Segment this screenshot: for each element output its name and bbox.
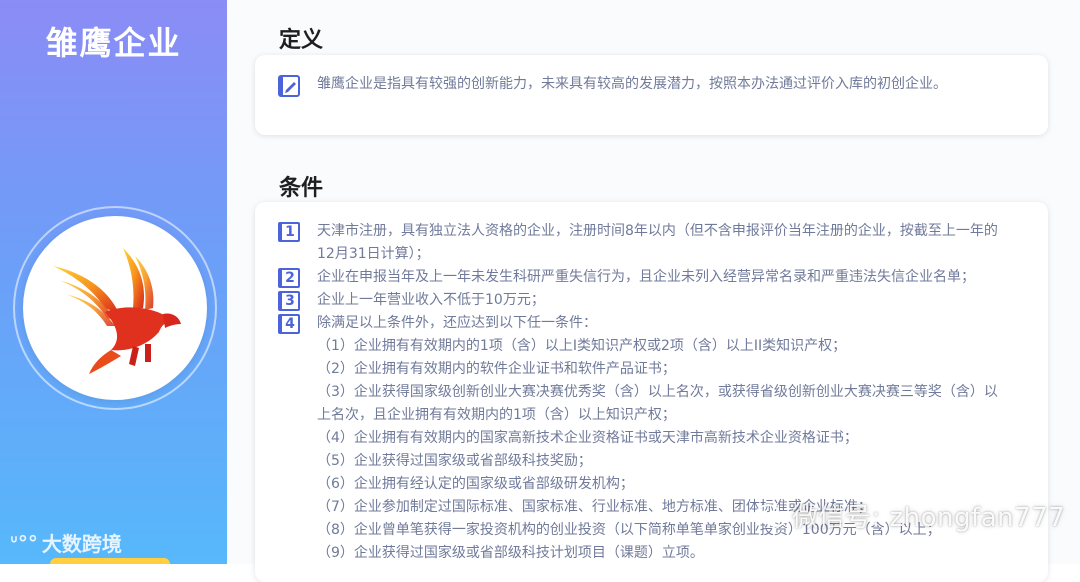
conditions-heading: 条件 [279, 176, 324, 201]
brand-logo-icon: ᐡ°° [10, 530, 38, 555]
main-content: 定义 雏鹰企业是指具有较强的创新能力，未来具有较高的发展潜力，按照本办法通过评价… [227, 0, 1080, 582]
document-edit-icon [278, 75, 300, 97]
wechat-icon [756, 503, 786, 527]
sub-condition-5: （5）企业获得过国家级或省部级科技奖励； [317, 453, 592, 469]
sub-condition-6: （6）企业拥有经认定的国家级或省部级研发机构； [317, 476, 634, 492]
sub-condition-2: （2）企业拥有有效期内的软件企业证书和软件产品证书； [317, 361, 676, 377]
condition-3-text: 企业上一年营业收入不低于10万元； [317, 292, 545, 308]
wechat-watermark: 微信号: zhongfan777 [756, 497, 1065, 534]
condition-1-line-2: 12月31日计算）； [317, 246, 430, 262]
brand-text: 大数跨境 [41, 532, 122, 556]
watermark-text: 微信号: zhongfan777 [792, 503, 1066, 533]
definition-card: 雏鹰企业是指具有较强的创新能力，未来具有较高的发展潜力，按照本办法通过评价入库的… [255, 55, 1048, 135]
sidebar: 雏鹰企业 ᐡ°° 大数跨境 [0, 0, 227, 564]
condition-number-3: 3 [278, 291, 300, 311]
condition-number-2: 2 [278, 268, 300, 288]
condition-2-text: 企业在申报当年及上一年未发生科研严重失信行为，且企业未列入经营异常名录和严重违法… [317, 269, 975, 285]
brand-tab [50, 558, 170, 564]
sub-condition-1: （1）企业拥有有效期内的1项（含）以上I类知识产权或2项（含）以上II类知识产权… [317, 338, 847, 354]
condition-4-text: 除满足以上条件外，还应达到以下任一条件： [317, 315, 597, 331]
logo-badge [23, 216, 207, 400]
brand-mark: ᐡ°° 大数跨境 [10, 528, 122, 557]
eagle-logo-icon [53, 248, 181, 374]
sub-condition-3-line-2: 上名次，且企业拥有有效期内的1项（含）以上知识产权； [317, 407, 676, 423]
condition-number-1: 1 [278, 222, 300, 242]
sub-condition-4: （4）企业拥有有效期内的国家高新技术企业资格证书或天津市高新技术企业资格证书； [317, 430, 858, 446]
sub-condition-9: （9）企业获得过国家级或省部级科技计划项目（课题）立项。 [317, 545, 704, 561]
sub-condition-3-line-1: （3）企业获得国家级创新创业大赛决赛优秀奖（含）以上名次，或获得省级创新创业大赛… [317, 384, 998, 400]
condition-number-4: 4 [278, 314, 300, 334]
condition-1-line-1: 天津市注册，具有独立法人资格的企业，注册时间8年以内（但不含申报评价当年注册的企… [317, 223, 998, 239]
sidebar-title: 雏鹰企业 [45, 24, 182, 62]
definition-text: 雏鹰企业是指具有较强的创新能力，未来具有较高的发展潜力，按照本办法通过评价入库的… [317, 76, 947, 92]
definition-heading: 定义 [279, 28, 324, 53]
